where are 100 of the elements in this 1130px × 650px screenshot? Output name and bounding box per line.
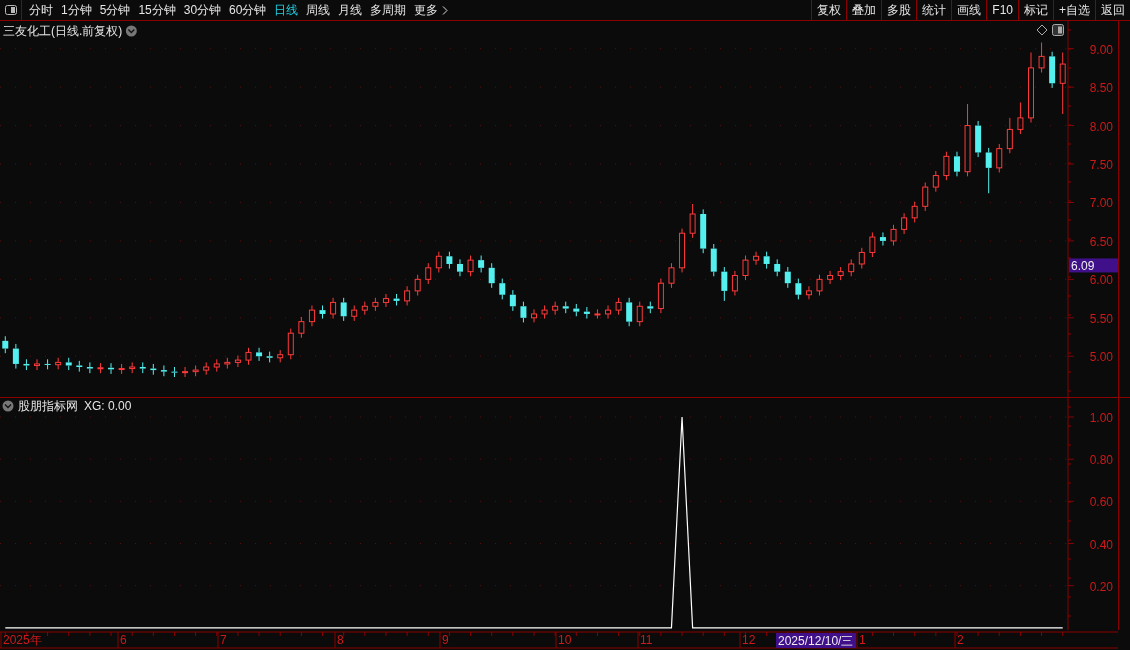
candlestick [139,361,146,374]
axis-label: 6 [120,632,127,647]
candlestick [795,278,802,300]
candlestick [1049,51,1056,89]
candlestick [562,301,569,314]
axis-label: 0.60 [1089,495,1113,510]
axis-label: 1 [859,632,866,647]
candlestick [784,266,791,289]
chevron-right-icon [442,6,449,15]
candlestick [361,301,368,316]
axis-label: 5.50 [1089,311,1113,326]
chevron-down-icon[interactable] [2,400,14,412]
candlestick [245,347,252,366]
candlestick [858,247,865,270]
candlestick [65,357,72,371]
axis-label: 7 [220,632,227,647]
candlestick [150,363,157,376]
candlestick [911,201,918,223]
candlestick [636,301,643,327]
candlestick [816,274,823,296]
candlestick [319,305,326,320]
period-tab[interactable]: 1分钟 [57,0,96,20]
period-tab[interactable]: 30分钟 [179,0,226,20]
candlestick [805,285,812,300]
candlestick [266,351,273,363]
axis-label: 12 [742,632,756,647]
candlestick [55,357,62,370]
candlestick [330,297,337,320]
candlestick [234,355,241,368]
axis-label: 1.00 [1089,411,1113,425]
candlestick [478,255,485,273]
indicator-name: 股朋指标网 [18,399,78,413]
diamond-icon[interactable] [1036,24,1048,36]
period-tab[interactable]: 15分钟 [134,0,180,20]
candlestick [901,212,908,235]
candlestick [647,301,654,314]
period-tab[interactable]: 日线 [270,0,303,20]
candlestick [44,358,51,370]
candlestick [404,285,411,306]
axis-label: 0.40 [1089,537,1113,552]
candlestick [446,251,453,270]
period-tab[interactable]: 5分钟 [95,0,135,20]
candlestick [943,151,950,181]
axis-label: 6.00 [1089,273,1113,288]
candlestick [1006,117,1013,154]
candlestick [287,328,294,360]
axis-label: 8.50 [1089,81,1113,96]
candlestick [520,301,527,323]
candlestick [827,270,834,285]
candlestick [509,289,516,312]
candlestick [879,231,886,246]
candlestick [541,305,548,320]
candlestick [76,360,83,373]
candlestick [975,120,982,158]
candlestick [1028,52,1034,123]
candlestick [594,308,601,320]
panel-toggle-icon[interactable] [1052,24,1064,36]
candlestick [160,364,167,377]
chevron-down-icon[interactable] [125,25,137,37]
candlestick [922,181,929,212]
candlestick [932,170,939,193]
axis-label: 2 [957,632,964,647]
candlestick [277,349,284,363]
chart-title: 三友化工(日线.前复权) [3,24,123,38]
candlestick [192,364,199,377]
axis-label: 0.20 [1089,579,1113,594]
period-tab[interactable]: 多周期 [366,0,411,20]
indicator-reading: XG: 0.00 [84,399,132,413]
candlestick [626,297,633,327]
axis-label: 9 [442,632,449,647]
period-tab[interactable]: 分时 [25,0,57,20]
candlestick [457,258,463,277]
candlestick [689,203,696,239]
candlestick [573,303,580,317]
period-tab[interactable]: 更多 [410,0,443,20]
candlestick [224,357,231,370]
candlestick [731,270,738,296]
candlestick [372,297,379,312]
candlestick [118,363,125,375]
candlestick [679,228,686,273]
candlestick [393,293,400,306]
candlestick [700,208,707,254]
candlestick [108,362,115,375]
candlestick [710,243,717,277]
candlestick [985,147,992,194]
axis-label: 8.00 [1089,119,1113,134]
candlestick [605,305,611,320]
axis-label: 7.00 [1089,196,1113,211]
candlestick [213,358,220,373]
axis-label: 7.50 [1089,158,1113,172]
candlestick [996,143,1003,173]
candlestick [742,255,749,281]
candlestick [890,224,897,246]
candlestick [129,361,136,374]
candlestick [256,347,263,362]
period-tab[interactable]: 月线 [334,0,367,20]
period-tab[interactable]: 60分钟 [225,0,271,20]
candlestick [414,274,421,296]
candlestick [340,297,347,322]
period-tab[interactable]: 周线 [302,0,335,20]
